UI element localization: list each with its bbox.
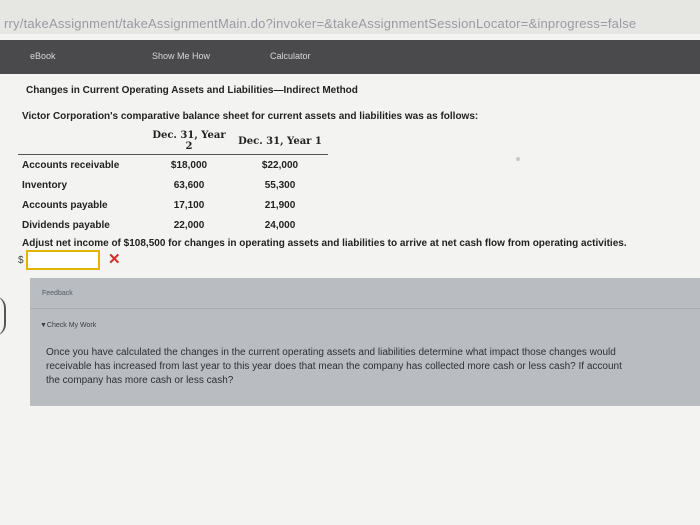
browser-address-bar[interactable]: rry/takeAssignment/takeAssignmentMain.do… [0, 0, 700, 34]
feedback-text: Once you have calculated the changes in … [46, 346, 700, 388]
row-label: Inventory [22, 179, 68, 191]
year2-value: 22,000 [173, 219, 205, 231]
feedback-title: Feedback [42, 290, 73, 297]
row-label: Accounts payable [22, 199, 108, 211]
url-text: rry/takeAssignment/takeAssignmentMain.do… [4, 16, 637, 31]
feedback-line: the company has more cash or less cash? [46, 375, 234, 386]
table-row: Inventory 63,600 55,300 [18, 175, 328, 195]
assignment-toolbar: eBook Show Me How Calculator [0, 40, 700, 74]
table-row: Accounts payable 17,100 21,900 [18, 195, 328, 215]
year2-value: 63,600 [173, 179, 205, 191]
year1-value: 55,300 [264, 179, 296, 191]
year2-value: $18,000 [170, 159, 208, 171]
problem-intro: Victor Corporation's comparative balance… [22, 111, 479, 122]
year1-value: 21,900 [264, 199, 296, 211]
feedback-line: receivable has increased from last year … [46, 361, 622, 372]
feedback-line: Once you have calculated the changes in … [46, 347, 616, 358]
incorrect-x-icon: ✕ [108, 251, 121, 268]
header-year1: Dec. 31, Year 1 [238, 135, 322, 147]
balance-sheet-table: Dec. 31, Year 2 Dec. 31, Year 1 Accounts… [18, 130, 328, 235]
show-me-how-tab[interactable]: Show Me How [152, 51, 210, 61]
row-label: Dividends payable [22, 219, 110, 231]
header-label [18, 130, 146, 155]
decorative-dot [516, 157, 520, 161]
problem-content: Changes in Current Operating Assets and … [0, 74, 700, 525]
table-header-row: Dec. 31, Year 2 Dec. 31, Year 1 [18, 130, 328, 155]
row-label: Accounts receivable [22, 159, 120, 171]
currency-symbol: $ [18, 255, 24, 266]
year1-value: $22,000 [261, 159, 299, 171]
answer-input[interactable] [26, 250, 100, 270]
year2-value: 17,100 [173, 199, 205, 211]
table-row: Dividends payable 22,000 24,000 [18, 215, 328, 235]
ebook-tab[interactable]: eBook [30, 51, 56, 61]
feedback-divider [30, 308, 700, 309]
problem-heading: Changes in Current Operating Assets and … [26, 85, 358, 96]
header-year2: Dec. 31, Year 2 [152, 130, 226, 152]
question-text: Adjust net income of $108,500 for change… [22, 238, 627, 249]
feedback-panel: Feedback ▼Check My Work Once you have ca… [30, 278, 700, 406]
year1-value: 24,000 [264, 219, 296, 231]
table-row: Accounts receivable $18,000 $22,000 [18, 155, 328, 176]
calculator-tab[interactable]: Calculator [270, 51, 311, 61]
check-my-work-toggle[interactable]: ▼Check My Work [40, 322, 96, 329]
scroll-arc-decoration [0, 296, 6, 336]
